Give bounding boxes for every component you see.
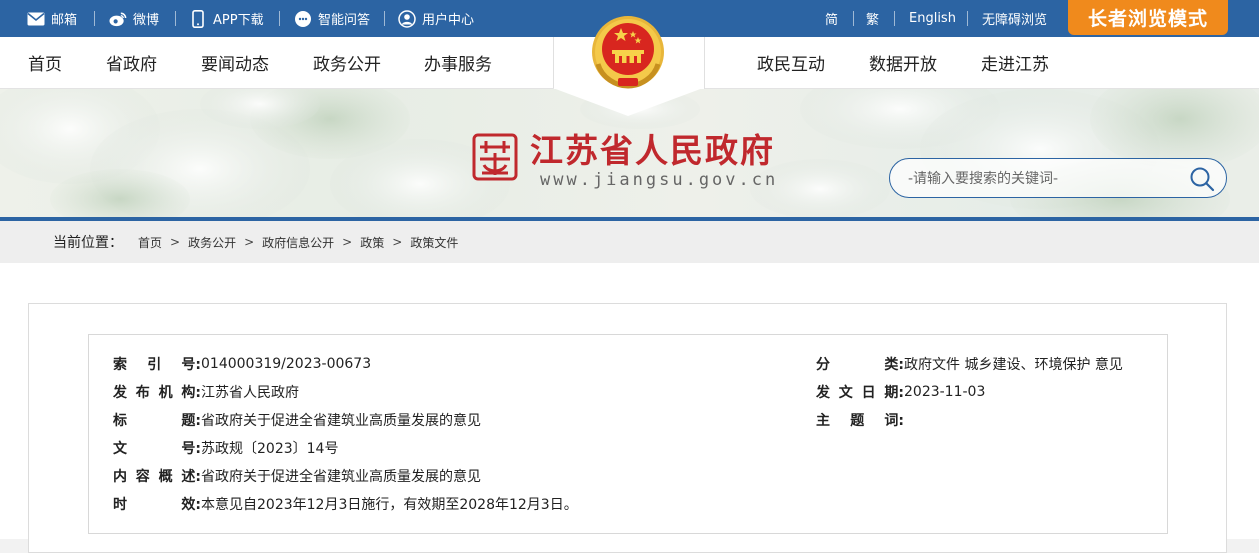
info-label: 文号:	[113, 441, 201, 457]
info-row-validity: 时效: 本意见自2023年12月3日施行，有效期至2028年12月3日。	[113, 494, 578, 514]
simplified-label: 简	[825, 13, 839, 28]
english-label: English	[909, 11, 956, 26]
search-icon	[1190, 167, 1215, 192]
search-button[interactable]	[1188, 165, 1216, 193]
accessibility-label: 无障碍浏览	[982, 13, 1048, 28]
app-download-link[interactable]: APP下载	[189, 0, 264, 37]
user-icon	[398, 9, 416, 28]
info-row-summary: 内容概述: 省政府关于促进全省建筑业高质量发展的意见	[113, 466, 481, 486]
breadcrumb-separator: >	[244, 235, 255, 249]
nav-government-affairs[interactable]: 政务公开	[313, 37, 381, 88]
nav-interaction[interactable]: 政民互动	[757, 37, 825, 88]
breadcrumb-home[interactable]: 首页	[138, 234, 162, 251]
simplified-chinese-link[interactable]: 简	[825, 0, 838, 37]
site-title: 江苏省人民政府	[530, 131, 775, 170]
breadcrumb-separator: >	[170, 235, 181, 249]
info-label: 内容概述:	[113, 469, 201, 485]
national-emblem-icon	[592, 16, 664, 89]
search-box	[889, 158, 1227, 198]
info-value: 本意见自2023年12月3日施行，有效期至2028年12月3日。	[201, 497, 578, 513]
info-row-title: 标题: 省政府关于促进全省建筑业高质量发展的意见	[113, 410, 481, 430]
traditional-chinese-link[interactable]: 繁	[866, 0, 879, 37]
divider	[967, 11, 968, 26]
breadcrumb-separator: >	[342, 235, 353, 249]
smart-qa-link[interactable]: 智能问答	[294, 0, 370, 37]
breadcrumb-bar: 当前位置： 首页 > 政务公开 > 政府信息公开 > 政策 > 政策文件	[0, 221, 1259, 263]
breadcrumb-policy[interactable]: 政策	[360, 234, 384, 251]
info-row-index-number: 索引号: 014000319/2023-00673	[113, 354, 371, 374]
info-value: 江苏省人民政府	[201, 385, 299, 401]
nav-open-data[interactable]: 数据开放	[869, 37, 937, 88]
breadcrumb: 首页 > 政务公开 > 政府信息公开 > 政策 > 政策文件	[138, 221, 458, 263]
info-label: 发文日期:	[816, 385, 904, 401]
divider	[279, 11, 280, 26]
nav-services[interactable]: 办事服务	[424, 37, 492, 88]
mail-link[interactable]: 邮箱	[27, 0, 77, 37]
divider	[853, 11, 854, 26]
breadcrumb-info-disclosure[interactable]: 政府信息公开	[262, 234, 334, 251]
elder-mode-button[interactable]: 长者浏览模式	[1068, 0, 1228, 35]
info-row-issue-date: 发文日期: 2023-11-03	[816, 382, 985, 402]
info-value: 政府文件 城乡建设、环境保护 意见	[904, 357, 1123, 373]
mail-icon	[27, 10, 45, 28]
nav-news[interactable]: 要闻动态	[201, 37, 269, 88]
weibo-link[interactable]: 微博	[109, 0, 159, 37]
site-url: www.jiangsu.gov.cn	[540, 170, 779, 190]
info-value: 省政府关于促进全省建筑业高质量发展的意见	[201, 413, 481, 429]
info-label: 标题:	[113, 413, 201, 429]
chat-icon	[294, 10, 312, 28]
traditional-label: 繁	[866, 13, 880, 28]
divider	[384, 11, 385, 26]
info-label: 分类:	[816, 357, 904, 373]
info-row-issuing-agency: 发布机构: 江苏省人民政府	[113, 382, 299, 402]
nav-about-jiangsu[interactable]: 走进江苏	[981, 37, 1049, 88]
jiangsu-logo-icon	[472, 133, 518, 181]
nav-provincial-government[interactable]: 省政府	[106, 37, 157, 88]
info-value: 2023-11-03	[904, 384, 986, 400]
info-label: 主题词:	[816, 413, 904, 429]
user-center-label: 用户中心	[422, 13, 475, 28]
app-download-label: APP下载	[213, 13, 264, 28]
mail-label: 邮箱	[51, 13, 78, 28]
search-input[interactable]	[906, 167, 1180, 191]
english-link[interactable]: English	[909, 0, 956, 37]
breadcrumb-separator: >	[392, 235, 403, 249]
info-row-keywords: 主题词:	[816, 410, 904, 430]
breadcrumb-government-affairs[interactable]: 政务公开	[188, 234, 236, 251]
accessibility-link[interactable]: 无障碍浏览	[982, 0, 1047, 37]
emblem-tab-tail	[553, 88, 703, 116]
smart-qa-label: 智能问答	[318, 13, 371, 28]
info-row-category: 分类: 政府文件 城乡建设、环境保护 意见	[816, 354, 1123, 374]
info-label: 索引号:	[113, 357, 201, 373]
info-value: 014000319/2023-00673	[201, 356, 372, 372]
weibo-icon	[109, 10, 127, 28]
info-row-document-number: 文号: 苏政规〔2023〕14号	[113, 438, 338, 458]
info-label: 时效:	[113, 497, 201, 513]
weibo-label: 微博	[133, 13, 160, 28]
breadcrumb-policy-documents[interactable]: 政策文件	[410, 234, 458, 251]
divider	[175, 11, 176, 26]
divider	[94, 11, 95, 26]
user-center-link[interactable]: 用户中心	[398, 0, 474, 37]
phone-icon	[189, 9, 207, 28]
nav-home[interactable]: 首页	[28, 37, 62, 88]
info-label: 发布机构:	[113, 385, 201, 401]
divider	[894, 11, 895, 26]
info-value: 省政府关于促进全省建筑业高质量发展的意见	[201, 469, 481, 485]
info-value: 苏政规〔2023〕14号	[201, 441, 339, 457]
breadcrumb-label: 当前位置：	[53, 235, 123, 251]
